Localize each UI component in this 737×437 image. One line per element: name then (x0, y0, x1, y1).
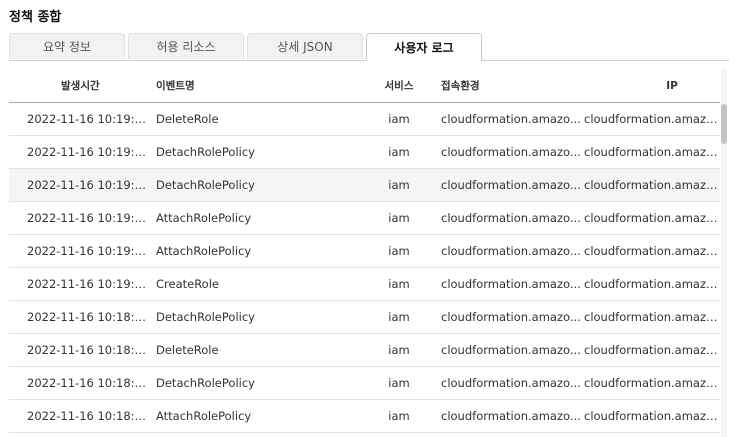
table-header: 발생시간 이벤트명 서비스 접속환경 IP (9, 69, 720, 103)
cell-service: iam (388, 178, 410, 192)
cell-ip: cloudformation.amazo... (584, 409, 720, 423)
cell-time: 2022-11-16 10:18:37 (27, 376, 149, 390)
cell-ip: cloudformation.amazo... (584, 376, 720, 390)
cell-env: cloudformation.amazo... (441, 178, 581, 192)
cell-env: cloudformation.amazo... (441, 343, 581, 357)
cell-event: DeleteRole (156, 112, 219, 126)
cell-env: cloudformation.amazo... (441, 409, 581, 423)
cell-event: AttachRolePolicy (156, 409, 252, 423)
cell-env: cloudformation.amazo... (441, 376, 581, 390)
table-row[interactable]: 2022-11-16 10:19:19 AttachRolePolicy iam cl… (9, 202, 720, 235)
cell-env: cloudformation.amazo... (441, 145, 581, 159)
cell-time: 2022-11-16 10:19:37 (27, 112, 149, 126)
column-header-env[interactable]: 접속환경 (439, 78, 584, 93)
table-row[interactable]: 2022-11-16 10:19:19 AttachRolePolicy iam cl… (9, 235, 720, 268)
column-header-time[interactable]: 발생시간 (9, 78, 149, 93)
cell-event: DetachRolePolicy (156, 310, 255, 324)
cell-time: 2022-11-16 10:19:36 (27, 145, 149, 159)
cell-service: iam (388, 376, 410, 390)
cell-ip: cloudformation.amazo... (584, 145, 720, 159)
table-row[interactable]: 2022-11-16 10:18:37 DeleteRole iam cloudfor… (9, 334, 720, 367)
tab-summary[interactable]: 요약 정보 (9, 33, 125, 59)
table-row[interactable]: 2022-11-16 10:19:37 DeleteRole iam cloudfor… (9, 103, 720, 136)
table-row[interactable]: 2022-11-16 10:19:36 DetachRolePolicy iam cl… (9, 136, 720, 169)
cell-env: cloudformation.amazo... (441, 112, 581, 126)
cell-env: cloudformation.amazo... (441, 211, 581, 225)
cell-event: AttachRolePolicy (156, 244, 252, 258)
cell-event: DetachRolePolicy (156, 178, 255, 192)
cell-time: 2022-11-16 10:19:19 (27, 211, 149, 225)
cell-service: iam (388, 409, 410, 423)
cell-env: cloudformation.amazo... (441, 310, 581, 324)
cell-service: iam (388, 145, 410, 159)
page-title: 정책 종합 (9, 10, 62, 25)
table-row[interactable]: 2022-11-16 10:19:18 CreateRole iam cloudfor… (9, 268, 720, 301)
table-row[interactable]: 2022-11-16 10:19:36 DetachRolePolicy iam cl… (9, 169, 720, 202)
cell-env: cloudformation.amazo... (441, 244, 581, 258)
cell-event: CreateRole (156, 277, 219, 291)
cell-time: 2022-11-16 10:19:36 (27, 178, 149, 192)
log-table: 발생시간 이벤트명 서비스 접속환경 IP 2022-11-16 10:19:3… (9, 69, 720, 433)
cell-ip: cloudformation.amazo... (584, 310, 720, 324)
cell-service: iam (388, 310, 410, 324)
table-row[interactable]: 2022-11-16 10:18:37 DetachRolePolicy iam cl… (9, 367, 720, 400)
cell-ip: cloudformation.amazo... (584, 178, 720, 192)
cell-time: 2022-11-16 10:18:37 (27, 310, 149, 324)
table-row[interactable]: 2022-11-16 10:18:22 AttachRolePolicy iam cl… (9, 400, 720, 433)
cell-service: iam (388, 112, 410, 126)
cell-env: cloudformation.amazo... (441, 277, 581, 291)
cell-event: DeleteRole (156, 343, 219, 357)
cell-ip: cloudformation.amazo... (584, 211, 720, 225)
column-header-ip[interactable]: IP (584, 80, 720, 92)
cell-service: iam (388, 277, 410, 291)
tab-detail-json[interactable]: 상세 JSON (247, 33, 363, 59)
table-row[interactable]: 2022-11-16 10:18:37 DetachRolePolicy iam cl… (9, 301, 720, 334)
column-header-service[interactable]: 서비스 (359, 78, 439, 93)
cell-ip: cloudformation.amazo... (584, 277, 720, 291)
cell-ip: cloudformation.amazo... (584, 343, 720, 357)
cell-event: DetachRolePolicy (156, 145, 255, 159)
cell-time: 2022-11-16 10:18:22 (27, 409, 149, 423)
table-scrollbar-thumb[interactable] (721, 104, 727, 144)
tab-user-log[interactable]: 사용자 로그 (366, 33, 482, 61)
column-header-event[interactable]: 이벤트명 (149, 78, 359, 93)
tab-allowed-resources[interactable]: 허용 리소스 (128, 33, 244, 59)
cell-ip: cloudformation.amazo... (584, 244, 720, 258)
cell-event: AttachRolePolicy (156, 211, 252, 225)
cell-service: iam (388, 244, 410, 258)
cell-time: 2022-11-16 10:18:37 (27, 343, 149, 357)
cell-event: DetachRolePolicy (156, 376, 255, 390)
cell-time: 2022-11-16 10:19:19 (27, 244, 149, 258)
cell-service: iam (388, 211, 410, 225)
cell-service: iam (388, 343, 410, 357)
cell-ip: cloudformation.amazo... (584, 112, 720, 126)
cell-time: 2022-11-16 10:19:18 (27, 277, 149, 291)
